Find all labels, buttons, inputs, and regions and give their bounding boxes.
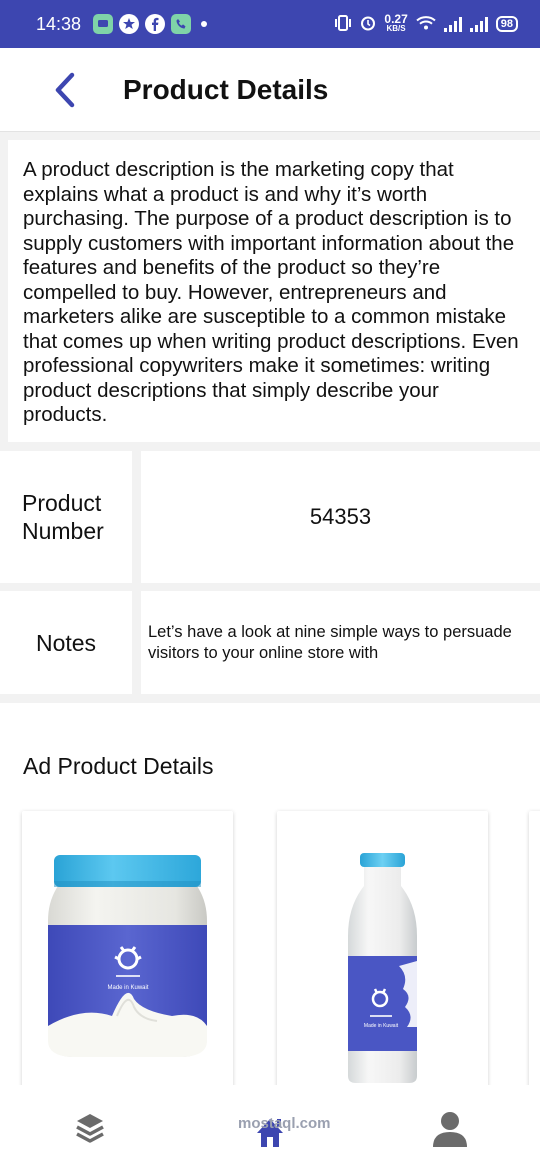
section-title: Ad Product Details [23,753,214,779]
facebook-icon [145,14,166,34]
message-icon [93,14,114,34]
ad-product-section: Ad Product Details Made in Kuwait Made i… [0,703,540,1091]
product-description: A product description is the marketing c… [8,140,540,442]
status-time: 14:38 [36,13,82,34]
notes-value: Let’s have a look at nine simple ways to… [141,591,540,694]
phone-icon [171,14,192,34]
product-card-partial[interactable] [529,811,540,1091]
brand-text: Made in Kuwait [364,1023,399,1029]
status-bar: 14:38 0.27 KB/S 98 [0,0,540,48]
profile-icon [433,1112,467,1147]
product-number-value: 54353 [141,451,540,583]
brand-text: Made in Kuwait [107,985,148,991]
nav-profile-button[interactable] [430,1107,470,1151]
layers-icon [76,1114,104,1143]
notification-icons [93,14,208,34]
speed-unit: KB/S [386,24,406,33]
vibrate-icon [334,14,352,34]
nav-layers-button[interactable] [72,1107,108,1151]
cream-jar-image: Made in Kuwait [22,811,233,1091]
network-speed: 0.27 KB/S [384,12,408,34]
chevron-left-icon [55,72,75,108]
speed-value: 0.27 [384,12,408,26]
product-number-label: Product Number [0,451,132,583]
milk-bottle-image: Made in Kuwait [277,811,488,1091]
product-card[interactable]: Made in Kuwait [22,811,233,1091]
watermark: mostaql.com [238,1115,331,1132]
notes-label: Notes [0,591,132,694]
alarm-icon [360,15,376,34]
signal-icon [443,16,462,32]
more-notifications-icon [201,21,208,27]
page-title: Product Details [123,74,329,105]
system-icons: 0.27 KB/S 98 [334,12,518,34]
wifi-icon [416,15,436,34]
product-card[interactable]: Made in Kuwait [277,811,488,1091]
bottom-navigation: mostaql.com [0,1085,540,1170]
back-button[interactable] [50,70,80,110]
signal-icon [469,16,488,32]
battery-icon: 98 [495,16,518,32]
app-header: Product Details [0,48,540,132]
settings-icon [119,14,140,34]
